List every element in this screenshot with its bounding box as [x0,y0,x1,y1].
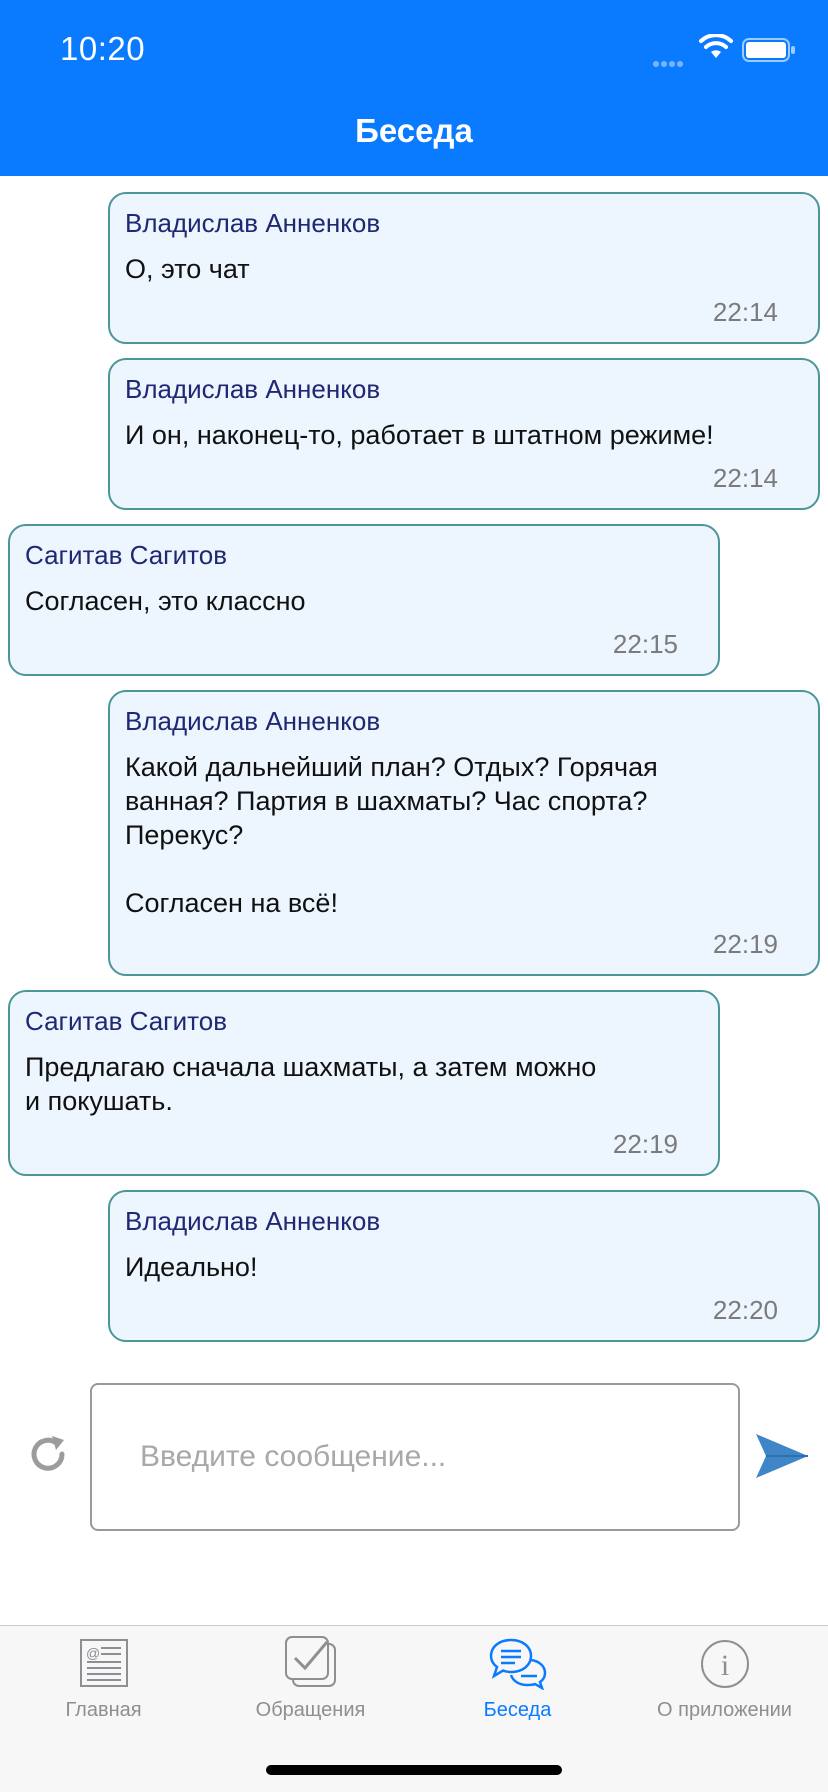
message-time: 22:19 [712,929,778,959]
tab-label: Обращения [255,1699,366,1721]
message-bubble: Владислав Анненков Идеально! 22:20 [108,1190,820,1342]
message-time: 22:15 [612,629,678,659]
message-sender: Владислав Анненков [125,1206,381,1236]
message-text: Идеально! [125,1252,258,1282]
message-time: 22:20 [712,1295,778,1325]
message-bubble: Владислав Анненков О, это чат 22:14 [108,192,820,344]
composer-bar [0,1380,828,1532]
svg-text:i: i [720,1649,728,1682]
nav-header: 10:20 Беседа [0,0,828,176]
tab-requests[interactable]: Обращения [207,1626,414,1746]
message-bubble: Сагитав Сагитов Согласен, это классно 22… [8,524,720,676]
message-time: 22:14 [712,297,778,327]
message-time: 22:14 [712,463,778,493]
message-text: Какой дальнейший план? Отдых? Горячая ва… [125,752,658,918]
message-text: Согласен, это классно [25,586,306,616]
newspaper-icon: @ [79,1639,128,1687]
message-sender: Владислав Анненков [125,374,381,404]
message-sender: Сагитав Сагитов [25,1006,228,1036]
battery-icon [742,38,795,62]
tab-label: Беседа [483,1699,552,1721]
tab-about[interactable]: i О приложении [621,1626,828,1746]
tab-label: Главная [65,1699,142,1721]
tab-home[interactable]: @ Главная [0,1626,207,1746]
send-icon[interactable] [754,1432,810,1480]
message-sender: Владислав Анненков [125,706,381,736]
svg-text:@: @ [86,1645,100,1661]
page-title: Беседа [355,112,473,149]
home-indicator [266,1765,562,1775]
message-text: О, это чат [125,254,250,284]
message-bubble: Владислав Анненков Какой дальнейший план… [108,690,820,976]
info-icon: i [700,1640,749,1688]
message-bubble: Сагитав Сагитов Предлагаю сначала шахмат… [8,990,720,1176]
tab-chat[interactable]: Беседа [414,1626,621,1746]
status-time: 10:20 [60,30,146,67]
refresh-icon[interactable] [26,1432,70,1476]
tab-label: О приложении [657,1699,792,1721]
message-bubble: Владислав Анненков И он, наконец-то, раб… [108,358,820,510]
message-sender: Сагитав Сагитов [25,540,228,570]
checkbox-icon [284,1636,336,1687]
cellular-signal-icon [653,54,685,72]
chat-bubbles-icon [489,1638,546,1690]
message-text: И он, наконец-то, работает в штатном реж… [125,420,714,450]
message-time: 22:19 [612,1129,678,1159]
message-text: Предлагаю сначала шахматы, а затем можно… [25,1052,597,1116]
message-input[interactable] [90,1383,740,1531]
message-sender: Владислав Анненков [125,208,381,238]
wifi-icon [699,34,733,58]
